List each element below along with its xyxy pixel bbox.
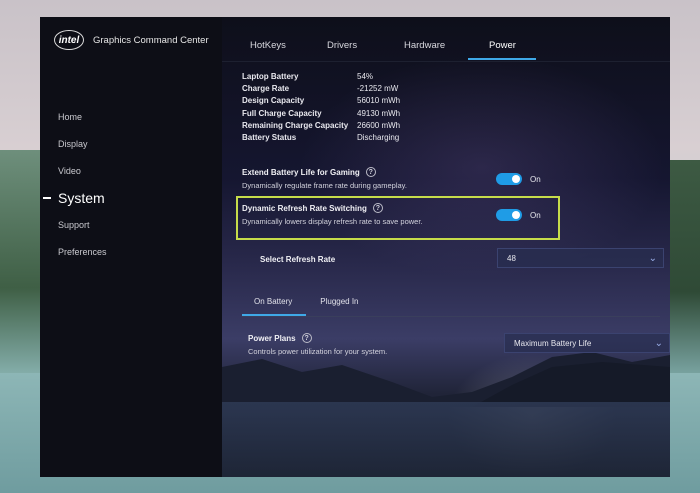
battery-label: Remaining Charge Capacity [242,120,349,130]
dynamic-refresh-setting: Dynamic Refresh Rate Switching ? Dynamic… [242,203,423,226]
dynamic-refresh-state: On [530,210,541,220]
battery-value: 49130 mWh [357,108,401,118]
intel-logo: intel [54,30,84,50]
subtab-on-battery[interactable]: On Battery [242,297,307,316]
extend-battery-title-row: Extend Battery Life for Gaming ? [242,167,407,177]
dynamic-refresh-title: Dynamic Refresh Rate Switching [242,203,367,213]
dynamic-refresh-description: Dynamically lowers display refresh rate … [242,217,423,226]
refresh-rate-label: Select Refresh Rate [260,255,336,264]
battery-row: Full Charge Capacity 49130 mWh [242,109,400,121]
subtab-plugged-in[interactable]: Plugged In [320,297,358,315]
dynamic-refresh-toggle-wrap: On [496,209,541,221]
brand: intel Graphics Command Center [54,30,209,50]
battery-label: Design Capacity [242,96,305,106]
extend-battery-title: Extend Battery Life for Gaming [242,167,360,177]
main-panel: HotKeys Drivers Hardware Power Laptop Ba… [222,17,670,477]
power-plans-title: Power Plans [248,333,296,343]
help-icon[interactable]: ? [365,167,376,177]
power-subtabs: On Battery Plugged In [242,297,359,316]
brand-title: Graphics Command Center [93,34,209,46]
battery-label: Battery Status [242,132,297,142]
refresh-rate-value: 48 [507,253,516,263]
extend-battery-toggle-wrap: On [496,173,541,185]
battery-row: Battery Status Discharging [242,133,400,145]
battery-row: Charge Rate -21252 mW [242,84,400,96]
battery-value: Discharging [357,132,400,142]
chevron-down-icon: ⌄ [648,253,657,264]
wallpaper-left [0,150,40,380]
help-icon[interactable]: ? [301,333,312,343]
sidebar-item-home[interactable]: Home [40,103,222,130]
dynamic-refresh-title-row: Dynamic Refresh Rate Switching ? [242,203,423,213]
power-plans-value: Maximum Battery Life [514,338,592,348]
help-icon[interactable]: ? [372,203,383,213]
refresh-rate-dropdown[interactable]: 48 ⌄ [497,248,664,268]
extend-battery-description: Dynamically regulate frame rate during g… [242,181,407,190]
battery-value: -21252 mW [357,84,399,94]
chevron-down-icon: ⌄ [654,338,663,349]
battery-label: Full Charge Capacity [242,108,322,118]
top-tabs: HotKeys Drivers Hardware Power [222,34,536,62]
power-plans-title-row: Power Plans ? [248,333,387,343]
extend-battery-state: On [530,174,541,184]
sidebar-nav: Home Display Video System Support Prefer… [40,103,222,265]
extend-battery-toggle[interactable] [496,173,522,185]
sidebar-item-display[interactable]: Display [40,130,222,157]
sidebar-item-support[interactable]: Support [40,211,222,238]
battery-row: Remaining Charge Capacity 26600 mWh [242,121,400,133]
tab-drivers[interactable]: Drivers [327,34,377,62]
tab-divider [222,61,670,62]
wallpaper-right [670,160,700,380]
battery-value: 54% [357,72,374,81]
battery-label: Laptop Battery [242,72,299,81]
subtabs-divider [242,316,660,317]
battery-row: Design Capacity 56010 mWh [242,96,400,108]
app-window: intel Graphics Command Center Home Displ… [40,17,670,477]
dynamic-refresh-toggle[interactable] [496,209,522,221]
power-plans-description: Controls power utilization for your syst… [248,347,388,356]
tab-power[interactable]: Power [468,34,536,60]
tab-hotkeys[interactable]: HotKeys [250,34,300,62]
sidebar-item-preferences[interactable]: Preferences [40,238,222,265]
sidebar-item-system[interactable]: System [40,184,222,211]
tab-hardware[interactable]: Hardware [404,34,454,62]
battery-value: 56010 mWh [357,96,401,106]
battery-info: Laptop Battery 54% Charge Rate -21252 mW… [242,72,400,145]
battery-value: 26600 mWh [357,120,401,130]
water-backdrop [222,402,670,477]
sidebar: intel Graphics Command Center Home Displ… [40,17,222,477]
extend-battery-setting: Extend Battery Life for Gaming ? Dynamic… [242,167,407,190]
battery-label: Charge Rate [242,84,290,94]
sidebar-item-video[interactable]: Video [40,157,222,184]
power-plans-setting: Power Plans ? Controls power utilization… [248,333,387,356]
battery-row: Laptop Battery 54% [242,72,400,84]
power-plans-dropdown[interactable]: Maximum Battery Life ⌄ [504,333,670,353]
